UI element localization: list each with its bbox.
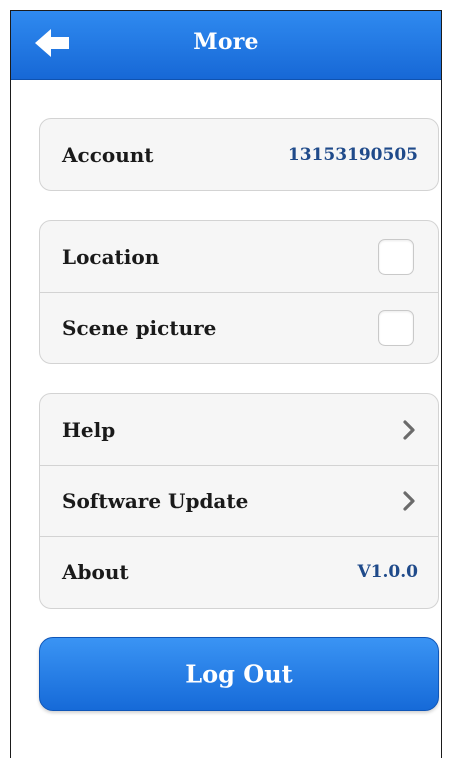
- location-row: Location: [40, 221, 438, 292]
- settings-group: Location Scene picture: [39, 220, 439, 364]
- account-label: Account: [62, 142, 154, 167]
- about-row[interactable]: About V1.0.0: [40, 536, 438, 607]
- navigation-bar: More: [11, 11, 441, 80]
- software-update-row[interactable]: Software Update: [40, 465, 438, 536]
- logout-button[interactable]: Log Out: [39, 637, 439, 711]
- account-value: 13153190505: [287, 144, 418, 165]
- location-checkbox[interactable]: [378, 238, 414, 275]
- chevron-right-icon: [403, 491, 415, 511]
- account-row: Account 13153190505: [40, 119, 438, 190]
- chevron-right-icon: [403, 419, 415, 440]
- info-group: Help Software Update About V1.0.0: [39, 393, 439, 609]
- arrow-left-icon: [35, 29, 69, 57]
- scene-picture-checkbox[interactable]: [378, 310, 414, 346]
- scene-picture-label: Scene picture: [62, 316, 217, 340]
- help-label: Help: [62, 417, 116, 442]
- location-label: Location: [62, 244, 160, 269]
- software-update-label: Software Update: [62, 489, 249, 513]
- app-screen: More Account 13153190505 Location Scene …: [10, 10, 442, 758]
- account-group: Account 13153190505: [39, 118, 439, 191]
- back-button[interactable]: [31, 25, 75, 65]
- page-title: More: [193, 29, 259, 55]
- scene-picture-row: Scene picture: [40, 292, 438, 363]
- help-row[interactable]: Help: [40, 394, 438, 465]
- logout-label: Log Out: [185, 659, 293, 689]
- about-label: About: [62, 560, 129, 584]
- version-value: V1.0.0: [357, 562, 418, 582]
